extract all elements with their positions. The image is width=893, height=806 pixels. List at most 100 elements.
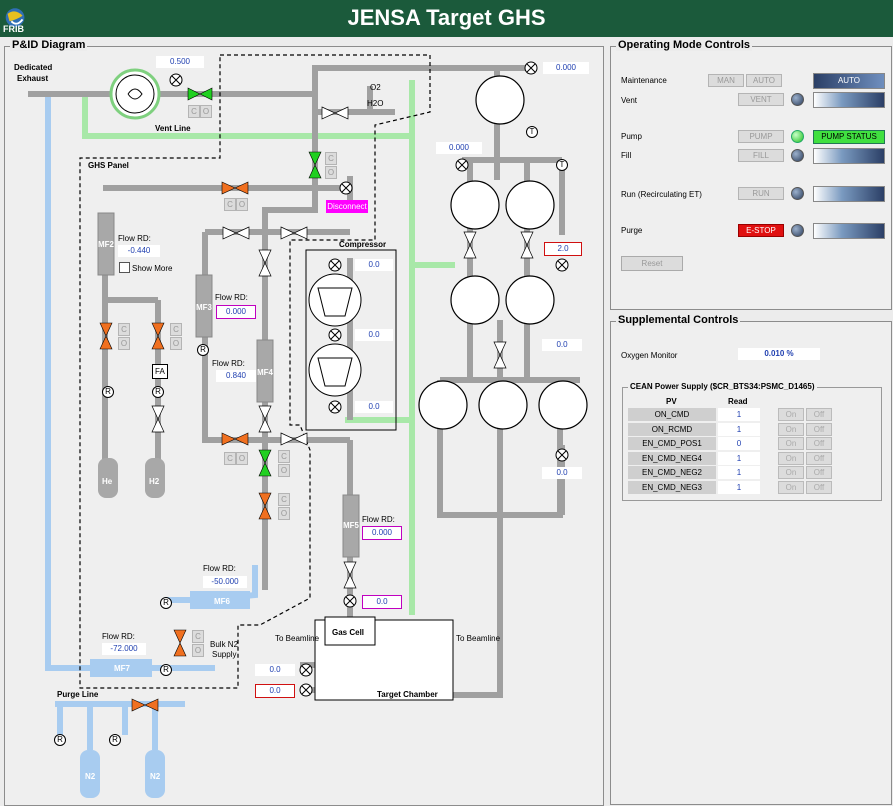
pump-label: Pump xyxy=(621,132,642,141)
purge-led-icon xyxy=(791,224,804,237)
read-cell: 1 xyxy=(718,422,760,436)
bulk-n2-label-2: Supply xyxy=(212,650,237,659)
regulator-4: R xyxy=(160,597,172,609)
on-button[interactable]: On xyxy=(778,422,804,436)
auto-status: AUTO xyxy=(813,73,885,89)
man-button[interactable]: MAN xyxy=(708,74,744,87)
mf7-label: MF7 xyxy=(114,664,130,673)
off-button[interactable]: Off xyxy=(806,466,832,479)
valve-c-button-5[interactable]: C xyxy=(224,452,236,465)
ghs-panel-label: GHS Panel xyxy=(88,161,129,170)
target-chamber-value-2: 0.0 xyxy=(255,684,295,698)
fill-led-icon xyxy=(791,149,804,162)
estop-button[interactable]: E-STOP xyxy=(738,224,784,237)
pump-left-value: 0.000 xyxy=(436,142,482,154)
mf3-flow-value: 0.000 xyxy=(216,305,256,319)
valve-o-button-6[interactable]: O xyxy=(278,464,290,477)
vent-led-icon xyxy=(791,93,804,106)
valve-o-button-4[interactable]: O xyxy=(170,337,182,350)
mf4-flow-value: 0.840 xyxy=(216,370,256,382)
valve-o-button-3[interactable]: O xyxy=(118,337,130,350)
pv-cell: ON_RCMD xyxy=(628,422,716,436)
h2-cylinder-label: H2 xyxy=(149,477,160,486)
mf4-label: MF4 xyxy=(257,368,273,377)
mf5-lower-value: 0.0 xyxy=(362,595,402,609)
valve-c-button-2[interactable]: C xyxy=(325,152,337,165)
vent-line-label: Vent Line xyxy=(155,124,191,133)
show-more-checkbox[interactable] xyxy=(119,262,130,273)
o2-label: O2 xyxy=(370,83,381,92)
table-row: EN_CMD_NEG4 1 On Off xyxy=(628,451,860,465)
on-button[interactable]: On xyxy=(778,466,804,479)
target-chamber-value-1: 0.0 xyxy=(255,664,295,676)
valve-o-button-5[interactable]: O xyxy=(236,452,248,465)
read-cell: 0 xyxy=(718,437,760,450)
read-cell: 1 xyxy=(718,451,760,465)
pv-cell: EN_CMD_NEG3 xyxy=(628,480,716,494)
valve-o-button-1[interactable]: O xyxy=(236,198,248,211)
pump-button[interactable]: PUMP xyxy=(738,130,784,143)
vent-valve-c-button[interactable]: C xyxy=(188,105,200,118)
regulator-7: R xyxy=(109,734,121,746)
fill-button[interactable]: FILL xyxy=(738,149,784,162)
off-button[interactable]: Off xyxy=(806,408,832,421)
read-cell: 1 xyxy=(718,466,760,479)
to-beamline-right: To Beamline xyxy=(456,634,501,643)
pv-cell: EN_CMD_NEG4 xyxy=(628,451,716,465)
auto-button[interactable]: AUTO xyxy=(746,74,782,87)
vent-button[interactable]: VENT xyxy=(738,93,784,106)
mf3-label: MF3 xyxy=(196,303,212,312)
off-button[interactable]: Off xyxy=(806,480,832,494)
valve-c-button-6[interactable]: C xyxy=(278,450,290,463)
to-beamline-left: To Beamline xyxy=(275,634,320,643)
compressor-value-3: 0.0 xyxy=(355,401,393,413)
table-row: ON_RCMD 1 On Off xyxy=(628,422,860,436)
mf2-label: MF2 xyxy=(98,240,114,249)
off-button[interactable]: Off xyxy=(806,451,832,465)
mf7-flow-label: Flow RD: xyxy=(102,632,135,641)
valve-c-button-7[interactable]: C xyxy=(278,493,290,506)
supplemental-title: Supplemental Controls xyxy=(616,314,741,326)
on-button[interactable]: On xyxy=(778,480,804,494)
off-button[interactable]: Off xyxy=(806,437,832,450)
valve-c-button-1[interactable]: C xyxy=(224,198,236,211)
disconnect-button[interactable]: Disconnect xyxy=(326,200,368,213)
vent-valve-o-button[interactable]: O xyxy=(200,105,212,118)
h2o-label: H2O xyxy=(367,99,384,108)
valve-c-button-4[interactable]: C xyxy=(170,323,182,336)
show-more-label: Show More xyxy=(132,264,173,273)
mf2-flow-value: -0.440 xyxy=(118,245,160,257)
valve-c-button-3[interactable]: C xyxy=(118,323,130,336)
vent-label: Vent xyxy=(621,96,638,105)
pv-header: PV xyxy=(666,397,677,406)
on-button[interactable]: On xyxy=(778,451,804,465)
oxygen-monitor-label: Oxygen Monitor xyxy=(621,351,678,360)
valve-o-button-7[interactable]: O xyxy=(278,507,290,520)
target-chamber-label: Target Chamber xyxy=(377,690,438,699)
mf5-flow-label: Flow RD: xyxy=(362,515,395,524)
valve-c-button-8[interactable]: C xyxy=(192,630,204,643)
pv-cell: EN_CMD_POS1 xyxy=(628,437,716,450)
valve-o-button-2[interactable]: O xyxy=(325,166,337,179)
mf5-label: MF5 xyxy=(343,521,359,530)
table-row: EN_CMD_NEG2 1 On Off xyxy=(628,466,860,479)
reset-button[interactable]: Reset xyxy=(621,256,683,271)
pump-mid-value: 0.0 xyxy=(542,339,582,351)
n2-cylinder-label-1: N2 xyxy=(85,772,96,781)
regulator-1: R xyxy=(102,386,114,398)
fa-label: FA xyxy=(152,364,168,379)
valve-o-button-8[interactable]: O xyxy=(192,644,204,657)
read-header: Read xyxy=(728,397,748,406)
purge-status-bar xyxy=(813,223,885,239)
regulator-3: R xyxy=(197,344,209,356)
off-button[interactable]: Off xyxy=(806,422,832,436)
table-row: EN_CMD_NEG3 1 On Off xyxy=(628,480,860,494)
table-row: ON_CMD 1 On Off xyxy=(628,408,860,421)
vent-value: 0.500 xyxy=(156,56,204,68)
on-button[interactable]: On xyxy=(778,437,804,450)
compressor-value-1: 0.0 xyxy=(355,259,393,271)
on-button[interactable]: On xyxy=(778,408,804,421)
mf5-flow-value: 0.000 xyxy=(362,526,402,540)
run-button[interactable]: RUN xyxy=(738,187,784,200)
mf2-flow-label: Flow RD: xyxy=(118,234,151,243)
